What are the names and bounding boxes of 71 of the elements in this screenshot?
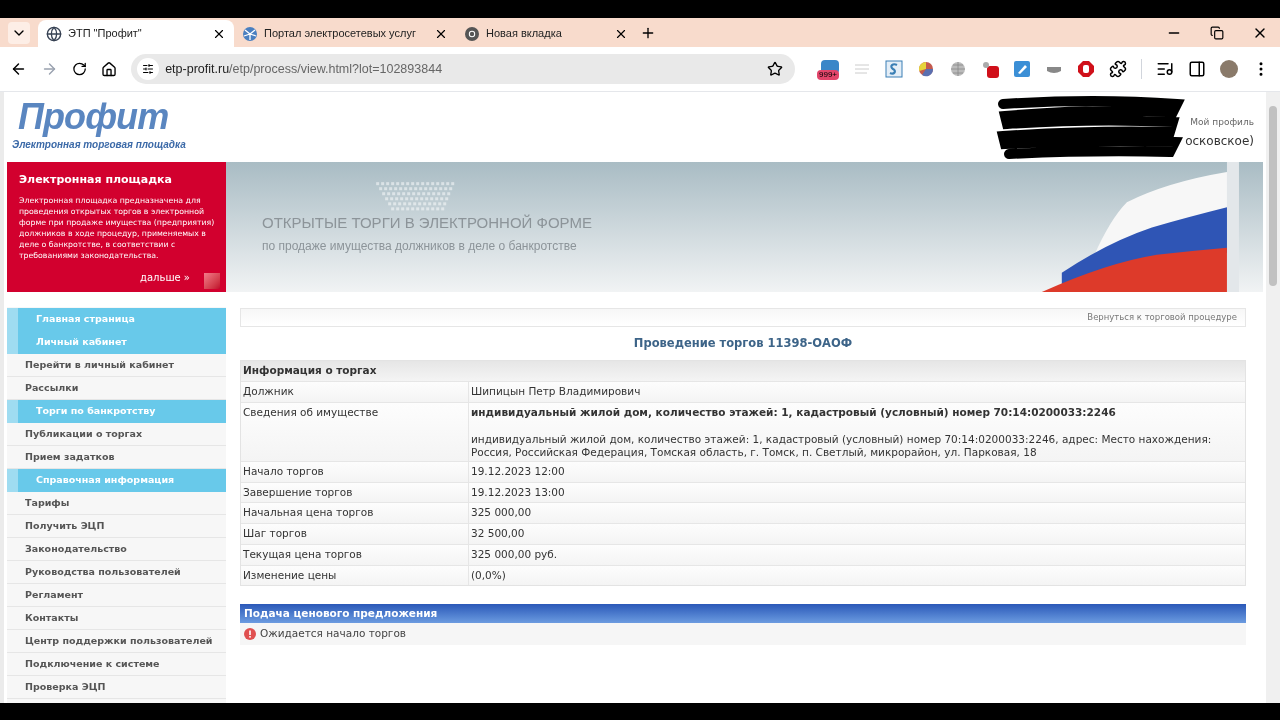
back-to-procedure-link[interactable]: Вернуться к торговой процедуре bbox=[1087, 311, 1237, 324]
more-link[interactable]: дальше » bbox=[140, 270, 190, 285]
table-cell-text: Шипицын Петр Владимирович bbox=[471, 384, 642, 400]
sidebar-link[interactable]: Проверка ЭЦП bbox=[7, 676, 226, 699]
tab-title: Новая вкладка bbox=[486, 26, 563, 42]
notification-badge: 999+ bbox=[817, 70, 839, 80]
avatar-icon[interactable] bbox=[1220, 60, 1238, 78]
table-cell-text: индивидуальный жилой дом, количество этажей: 1, кадастровый (условный) номер 70:14:0200033:2246, адрес: Место нахождения: Россия, Российская Федерация, Томская область, г. Томск, п. Светлый, микрорайон, ул. Парковая, 18 bbox=[471, 432, 1213, 459]
sidebar-link[interactable]: Руководства пользователей bbox=[7, 561, 226, 584]
sidebar-link[interactable]: Регламент bbox=[7, 584, 226, 607]
banner-headline: ОТКРЫТЫЕ ТОРГИ В ЭЛЕКТРОННОЙ ФОРМЕ bbox=[262, 213, 593, 233]
table-cell-text: индивидуальный жилой дом, количество этажей: 1, кадастровый (условный) номер 70:14:0200033:2246 bbox=[471, 405, 1117, 420]
letter-s-icon[interactable] bbox=[885, 60, 903, 78]
profile-link[interactable]: Мой профиль bbox=[1190, 116, 1254, 130]
site-settings-icon[interactable] bbox=[137, 58, 160, 80]
table-cell: Сведения об имуществе bbox=[241, 403, 469, 461]
scrollbar[interactable] bbox=[1266, 92, 1280, 703]
tab-search-button[interactable] bbox=[8, 22, 30, 44]
address-bar[interactable]: etp-profit.ru/etp/process/view.html?lot=102893844 bbox=[131, 54, 795, 84]
playlist-icon[interactable] bbox=[1156, 60, 1174, 78]
warning-icon bbox=[244, 628, 256, 641]
table-cell-text: 325 000,00 bbox=[471, 505, 533, 521]
table-cell-text: 19.12.2023 13:00 bbox=[471, 484, 566, 500]
bookmark-star-icon[interactable] bbox=[767, 61, 783, 77]
sidebar-link[interactable]: Публикации о торгах bbox=[7, 423, 226, 446]
globe-icon bbox=[46, 25, 62, 42]
table-cell-text: (0,0%) bbox=[471, 567, 507, 583]
table-cell: Изменение цены bbox=[241, 565, 469, 586]
reload-icon[interactable] bbox=[72, 61, 88, 77]
sidebar-link[interactable]: Тарифы bbox=[7, 492, 226, 515]
tab-title: Портал электросетевых услуг bbox=[264, 26, 417, 42]
tab-title: ЭТП "Профит" bbox=[68, 26, 143, 42]
restore-icon[interactable] bbox=[1210, 25, 1224, 40]
table-cell: Текущая цена торгов bbox=[241, 544, 469, 565]
sidebar-link[interactable]: Центр поддержки пользователей bbox=[7, 630, 226, 653]
browser-logo-icon bbox=[464, 25, 480, 42]
table-cell: Шаг торгов bbox=[241, 524, 469, 544]
sidebar-link[interactable]: Контакты bbox=[7, 607, 226, 630]
pencil-icon[interactable] bbox=[1013, 60, 1031, 78]
sidebar-link[interactable]: Перейти в личный кабинет bbox=[7, 354, 226, 377]
table-cell-text: 32 500,00 bbox=[471, 526, 526, 541]
pie-chart-icon[interactable] bbox=[917, 60, 935, 78]
section-heading: Подача ценового предложения bbox=[244, 605, 438, 621]
logo-subtitle: Электронная торговая площадка bbox=[12, 138, 186, 152]
table-cell-text: 325 000,00 руб. bbox=[471, 546, 559, 562]
profile-name: осковское) bbox=[1185, 132, 1254, 150]
browser-tab[interactable]: ЭТП "Профит" bbox=[38, 20, 234, 47]
fan-icon bbox=[242, 25, 258, 42]
stop-hand-icon[interactable] bbox=[1077, 60, 1095, 78]
new-tab-icon[interactable] bbox=[640, 25, 656, 41]
puzzle-icon[interactable] bbox=[1109, 60, 1127, 78]
page-title: Проведение торгов 11398-ОАОФ bbox=[633, 335, 853, 352]
url-text: etp-profit.ru/etp/process/view.html?lot=102893844 bbox=[165, 60, 443, 78]
sidebar-link[interactable]: Законодательство bbox=[7, 538, 226, 561]
globe-icon[interactable] bbox=[949, 60, 967, 78]
record-icon[interactable] bbox=[981, 60, 999, 78]
sidebar-link[interactable]: Подключение к системе bbox=[7, 653, 226, 676]
table-cell-text: 19.12.2023 12:00 bbox=[471, 463, 566, 479]
promo-title: Электронная площадка bbox=[19, 172, 173, 188]
table-cell: Начало торгов bbox=[241, 461, 469, 482]
browser-tab[interactable]: Новая вкладка bbox=[456, 20, 636, 47]
sidebar-link[interactable]: Получить ЭЦП bbox=[7, 515, 226, 538]
status-message: Ожидается начало торгов bbox=[260, 626, 406, 642]
banner-subheadline: по продаже имущества должников в деле о банкротстве bbox=[262, 237, 578, 255]
back-icon[interactable] bbox=[10, 60, 27, 78]
browser-tab[interactable]: Портал электросетевых услуг bbox=[234, 20, 456, 47]
side-panel-icon[interactable] bbox=[1188, 60, 1206, 78]
home-icon[interactable] bbox=[101, 60, 118, 78]
corner-mark bbox=[204, 273, 220, 289]
logo[interactable]: Профит bbox=[18, 97, 186, 137]
table-heading: Информация о торгах bbox=[241, 361, 1245, 382]
